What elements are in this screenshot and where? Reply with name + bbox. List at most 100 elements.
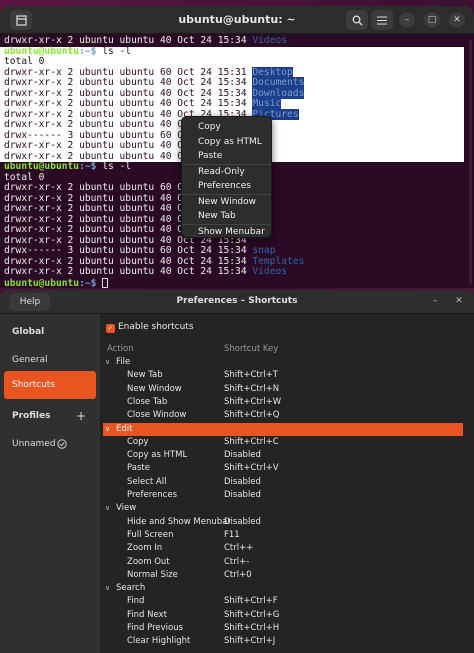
shortcut-key[interactable]: Ctrl+0 bbox=[224, 569, 252, 582]
listing-text: drwxr-xr-x 2 ubuntu ubuntu 40 Oct 24 15:… bbox=[4, 35, 253, 46]
action-label: Copy bbox=[127, 436, 149, 447]
shortcut-key[interactable]: F11 bbox=[224, 529, 240, 542]
minimize-button[interactable]: – bbox=[428, 294, 442, 308]
preferences-sidebar: Global General Shortcuts Profiles + Unna… bbox=[0, 314, 100, 653]
terminal-line: ubuntu@ubuntu:~$ bbox=[4, 277, 460, 288]
shortcut-group-file[interactable]: ∨ File bbox=[103, 356, 463, 369]
action-label: Find Previous bbox=[127, 623, 184, 633]
directory-name: Videos bbox=[252, 35, 288, 46]
table-row[interactable]: Full Screen F11 bbox=[103, 529, 463, 542]
shortcut-key[interactable]: Shift+Ctrl+V bbox=[224, 462, 279, 475]
listing-text: total 0 bbox=[4, 171, 45, 183]
shortcut-key[interactable]: Shift+Ctrl+T bbox=[224, 369, 278, 382]
chevron-down-icon: ∨ bbox=[105, 504, 111, 513]
shortcut-key[interactable]: Disabled bbox=[224, 476, 261, 489]
table-row[interactable]: Close Window Shift+Ctrl+Q bbox=[103, 409, 463, 422]
directory-name: Music bbox=[252, 98, 282, 109]
listing-text: drwxr-xr-x 2 ubuntu ubuntu 40 Oct 24 15:… bbox=[4, 255, 253, 267]
terminal-scrollbar[interactable] bbox=[469, 40, 472, 285]
table-row[interactable]: Zoom In Ctrl++ bbox=[103, 542, 463, 555]
table-row[interactable]: Clear Highlight Shift+Ctrl+J bbox=[103, 635, 463, 648]
hamburger-icon bbox=[377, 16, 387, 24]
shortcut-group-edit[interactable]: ∨ Edit bbox=[103, 422, 463, 436]
shortcut-group-view[interactable]: ∨ View bbox=[103, 502, 463, 515]
context-menu-item-paste[interactable]: Paste bbox=[182, 149, 271, 164]
table-row[interactable]: Find Next Shift+Ctrl+G bbox=[103, 609, 463, 622]
table-row[interactable]: Normal Size Ctrl+0 bbox=[103, 569, 463, 582]
text-cursor bbox=[102, 277, 109, 288]
column-header-action[interactable]: Action bbox=[107, 344, 134, 354]
shortcut-key[interactable]: Shift+Ctrl+F bbox=[224, 595, 278, 608]
table-row[interactable]: Close Tab Shift+Ctrl+W bbox=[103, 396, 463, 409]
terminal-header-bar: ubuntu@ubuntu: ~ – □ ✕ bbox=[0, 6, 474, 34]
action-label: Find bbox=[127, 596, 145, 607]
action-label: New Window bbox=[127, 383, 182, 394]
action-label: Clear Highlight bbox=[127, 636, 191, 647]
close-button[interactable]: ✕ bbox=[452, 294, 466, 308]
table-row[interactable]: Paste Shift+Ctrl+V bbox=[103, 462, 463, 475]
table-row[interactable]: New Tab Shift+Ctrl+T bbox=[103, 369, 463, 382]
group-label: View bbox=[116, 503, 137, 514]
group-label: Search bbox=[116, 583, 146, 594]
action-label: Close Window bbox=[127, 410, 187, 421]
default-profile-check-icon bbox=[57, 439, 67, 449]
table-row[interactable]: Find Previous Shift+Ctrl+H bbox=[103, 622, 463, 635]
action-label: Close Tab bbox=[127, 396, 168, 407]
enable-shortcuts-label: Enable shortcuts bbox=[118, 322, 194, 332]
maximize-icon: □ bbox=[427, 15, 437, 25]
shortcuts-panel: ✓ Enable shortcuts Action Shortcut Key ∨… bbox=[100, 314, 474, 653]
table-row[interactable]: Zoom Out Ctrl+- bbox=[103, 556, 463, 569]
context-menu-item-copy-as-html[interactable]: Copy as HTML bbox=[182, 135, 271, 150]
maximize-button[interactable]: □ bbox=[424, 12, 440, 28]
add-profile-button[interactable]: + bbox=[72, 402, 92, 430]
context-menu-item-new-tab[interactable]: New Tab bbox=[182, 209, 271, 224]
shortcut-key[interactable]: Shift+Ctrl+J bbox=[224, 635, 275, 648]
shortcut-key[interactable]: Ctrl+- bbox=[224, 556, 249, 569]
shortcut-key[interactable]: Disabled bbox=[224, 489, 261, 502]
shortcut-key[interactable]: Shift+Ctrl+G bbox=[224, 609, 279, 622]
listing-text: drwxr-xr-x 2 ubuntu ubuntu 40 Oct 24 15:… bbox=[4, 98, 253, 109]
terminal-line: drwxr-xr-x 2 ubuntu ubuntu 40 Oct 24 15:… bbox=[4, 266, 460, 278]
plus-icon: + bbox=[76, 409, 87, 423]
close-button[interactable]: ✕ bbox=[449, 12, 465, 28]
sidebar-item-shortcuts[interactable]: Shortcuts bbox=[4, 371, 96, 399]
shortcut-key[interactable]: Disabled bbox=[224, 449, 261, 462]
listing-text: total 0 bbox=[4, 56, 45, 67]
search-button[interactable] bbox=[346, 10, 368, 30]
shortcut-key[interactable]: Shift+Ctrl+H bbox=[224, 622, 279, 635]
minimize-button[interactable]: – bbox=[399, 12, 415, 28]
shortcut-key[interactable]: Shift+Ctrl+Q bbox=[224, 409, 279, 422]
table-row[interactable]: Copy Shift+Ctrl+C bbox=[103, 436, 463, 449]
shortcut-key[interactable]: Shift+Ctrl+C bbox=[224, 436, 279, 449]
table-row[interactable]: Select All Disabled bbox=[103, 476, 463, 489]
context-menu-item-preferences[interactable]: Preferences bbox=[182, 179, 271, 194]
directory-name: Desktop bbox=[252, 66, 293, 78]
table-row[interactable]: Find Shift+Ctrl+F bbox=[103, 595, 463, 608]
shortcut-key[interactable]: Shift+Ctrl+N bbox=[224, 383, 279, 396]
table-row[interactable]: Copy as HTML Disabled bbox=[103, 449, 463, 462]
action-label: Find Next bbox=[127, 609, 167, 620]
sidebar-item-general[interactable]: General bbox=[0, 346, 100, 374]
context-menu-item-new-window[interactable]: New Window bbox=[182, 195, 271, 210]
command-text: ls -l bbox=[96, 161, 132, 172]
listing-text: drwx------ 3 ubuntu ubuntu 60 Oct 24 15:… bbox=[4, 245, 253, 256]
table-row[interactable]: New Window Shift+Ctrl+N bbox=[103, 383, 463, 396]
enable-shortcuts-checkbox[interactable]: ✓ bbox=[106, 324, 115, 333]
context-menu: Copy Copy as HTML Paste Read-Only Preference… bbox=[181, 116, 272, 238]
action-label: Zoom Out bbox=[127, 556, 170, 567]
sidebar-item-unnamed-profile[interactable]: Unnamed bbox=[0, 430, 100, 458]
chevron-down-icon: ∨ bbox=[105, 584, 111, 593]
context-menu-item-show-menubar[interactable]: Show Menubar bbox=[182, 225, 271, 240]
shortcut-key[interactable]: Shift+Ctrl+W bbox=[224, 396, 281, 409]
close-icon: ✕ bbox=[453, 15, 461, 25]
column-header-shortcut-key[interactable]: Shortcut Key bbox=[224, 344, 278, 354]
table-row[interactable]: Hide and Show Menubar Disabled bbox=[103, 516, 463, 529]
shortcut-key[interactable]: Disabled bbox=[224, 516, 261, 529]
command-text: ls -l bbox=[96, 45, 132, 57]
shortcut-group-search[interactable]: ∨ Search bbox=[103, 582, 463, 595]
table-row[interactable]: Preferences Disabled bbox=[103, 489, 463, 502]
shortcut-key[interactable]: Ctrl++ bbox=[224, 542, 253, 555]
context-menu-item-read-only[interactable]: Read-Only bbox=[182, 165, 271, 180]
menu-button[interactable] bbox=[371, 10, 393, 30]
context-menu-item-copy[interactable]: Copy bbox=[182, 120, 271, 135]
